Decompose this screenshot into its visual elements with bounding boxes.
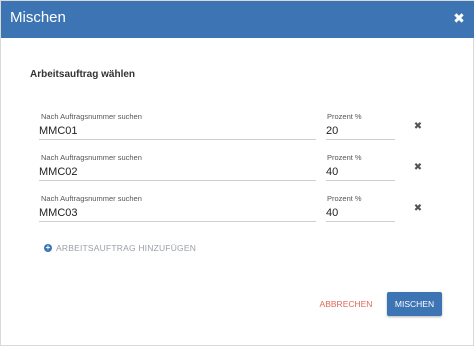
remove-row-icon[interactable]: ✖ <box>413 122 423 132</box>
dialog-title: Mischen <box>10 9 66 26</box>
percent-input[interactable] <box>326 205 395 222</box>
section-title: Arbeitsauftrag wählen <box>30 69 136 80</box>
percent-input[interactable] <box>326 123 395 140</box>
percent-label: Prozent % <box>327 112 362 121</box>
close-icon[interactable]: ✖ <box>452 11 466 25</box>
order-search-input[interactable] <box>39 205 316 222</box>
work-order-row: Nach Auftragsnummer suchen Prozent % ✖ <box>1 194 474 228</box>
plus-circle-icon: + <box>44 243 52 252</box>
order-search-label: Nach Auftragsnummer suchen <box>41 153 142 162</box>
percent-label: Prozent % <box>327 194 362 203</box>
remove-row-icon[interactable]: ✖ <box>413 204 423 214</box>
work-order-row: Nach Auftragsnummer suchen Prozent % ✖ <box>1 153 474 187</box>
mix-button[interactable]: MISCHEN <box>387 292 442 316</box>
add-work-order-button[interactable]: + ARBEITSAUFTRAG HINZUFÜGEN <box>44 242 196 254</box>
order-search-input[interactable] <box>39 164 316 181</box>
order-search-label: Nach Auftragsnummer suchen <box>41 194 142 203</box>
order-search-label: Nach Auftragsnummer suchen <box>41 112 142 121</box>
cancel-button[interactable]: ABBRECHEN <box>313 293 379 315</box>
remove-row-icon[interactable]: ✖ <box>413 163 423 173</box>
work-order-row: Nach Auftragsnummer suchen Prozent % ✖ <box>1 112 474 146</box>
order-search-input[interactable] <box>39 123 316 140</box>
percent-label: Prozent % <box>327 153 362 162</box>
add-work-order-label: ARBEITSAUFTRAG HINZUFÜGEN <box>56 243 197 253</box>
percent-input[interactable] <box>326 164 395 181</box>
mix-dialog: Mischen ✖ Arbeitsauftrag wählen Nach Auf… <box>0 0 474 346</box>
dialog-header: Mischen ✖ <box>1 1 474 38</box>
